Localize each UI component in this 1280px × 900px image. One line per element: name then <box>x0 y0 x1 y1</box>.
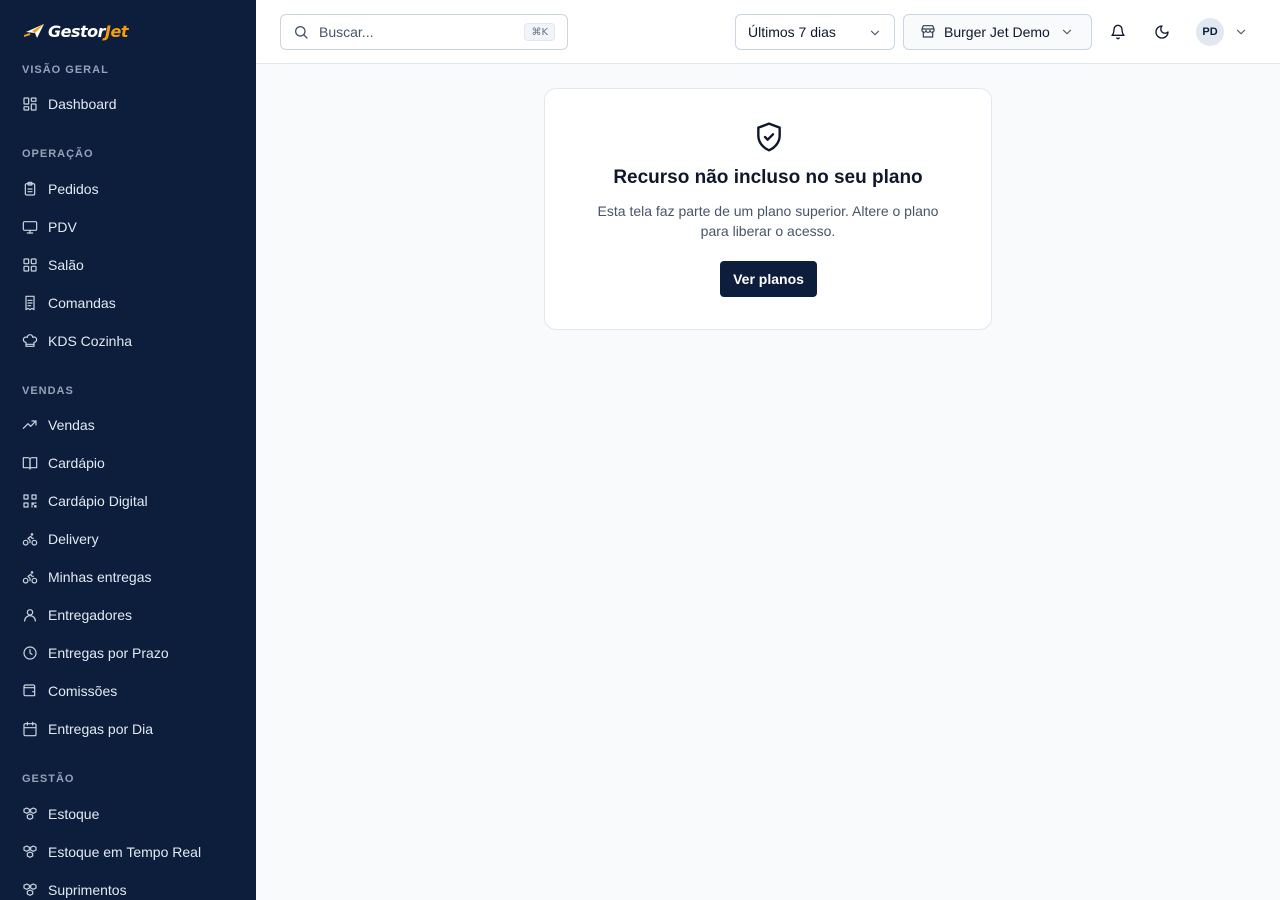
shield-check-icon <box>753 121 785 153</box>
sidebar-item-label: Estoque em Tempo Real <box>48 844 202 860</box>
jet-logo-icon <box>24 24 44 38</box>
period-value: Últimos 7 dias <box>748 24 836 40</box>
sidebar-item-label: Comissões <box>48 683 118 699</box>
sidebar-item-pedidos[interactable]: Pedidos <box>12 172 244 206</box>
monitor-icon <box>22 219 38 235</box>
grid-icon <box>22 257 38 273</box>
store-name: Burger Jet Demo <box>944 24 1050 40</box>
dashboard-icon <box>22 96 38 112</box>
search-shortcut: ⌘K <box>524 23 555 41</box>
sidebar-item-vendas[interactable]: Vendas <box>12 408 244 442</box>
store-icon <box>920 23 936 42</box>
sidebar-item-label: Cardápio Digital <box>48 493 148 509</box>
chevron-down-icon <box>1062 29 1071 35</box>
sidebar-item-salao[interactable]: Salão <box>12 248 244 282</box>
sidebar-item-entregadores[interactable]: Entregadores <box>12 598 244 632</box>
trending-up-icon <box>22 417 38 433</box>
sidebar-item-label: Entregas por Prazo <box>48 645 169 661</box>
avatar: PD <box>1196 18 1224 46</box>
sidebar-item-label: KDS Cozinha <box>48 333 133 349</box>
sidebar-item-label: Minhas entregas <box>48 569 152 585</box>
calendar-icon <box>22 721 38 737</box>
section-label-vendas: Vendas <box>22 385 74 397</box>
sidebar-item-label: Comandas <box>48 295 116 311</box>
chevron-down-icon <box>1236 29 1246 35</box>
sidebar-item-entregas-por-prazo[interactable]: Entregas por Prazo <box>12 636 244 670</box>
sidebar-item-label: Salão <box>48 257 84 273</box>
sidebar-item-label: Delivery <box>48 531 99 547</box>
qr-code-icon <box>22 493 38 509</box>
notifications-button[interactable] <box>1108 22 1128 42</box>
chevron-down-icon <box>870 30 880 36</box>
sidebar-item-cardapio-digital[interactable]: Cardápio Digital <box>12 484 244 518</box>
locked-description: Esta tela faz parte de um plano superior… <box>597 203 939 239</box>
sidebar-item-minhas-entregas[interactable]: Minhas entregas <box>12 560 244 594</box>
sidebar-item-label: Entregas por Dia <box>48 721 154 737</box>
search-input[interactable]: Buscar... ⌘K <box>280 14 568 50</box>
section-label-visao-geral: Visão geral <box>22 64 109 76</box>
bike-icon <box>22 531 38 547</box>
user-menu[interactable]: PD <box>1196 18 1248 46</box>
section-label-operacao: Operação <box>22 148 94 160</box>
sidebar-item-label: Estoque <box>48 806 100 822</box>
boxes-icon <box>22 806 38 822</box>
clipboard-icon <box>22 181 38 197</box>
boxes-icon <box>22 882 38 898</box>
chef-hat-icon <box>22 333 38 349</box>
locked-title: Recurso não incluso no seu plano <box>613 167 923 188</box>
period-select[interactable]: Últimos 7 dias <box>735 14 895 50</box>
view-plans-button[interactable]: Ver planos <box>720 261 817 297</box>
sidebar-item-label: Pedidos <box>48 181 99 197</box>
clock-icon <box>22 645 38 661</box>
logo[interactable]: GestorJet <box>24 19 128 43</box>
search-icon <box>295 26 308 39</box>
store-selector[interactable]: Burger Jet Demo <box>903 14 1092 50</box>
section-label-gestao: Gestão <box>22 773 75 785</box>
sidebar-item-dashboard[interactable]: Dashboard <box>12 87 244 121</box>
sidebar-item-delivery[interactable]: Delivery <box>12 522 244 556</box>
sidebar-item-suprimentos[interactable]: Suprimentos <box>12 873 244 900</box>
sidebar: GestorJet Visão geral Dashboard Operação… <box>0 0 256 900</box>
sidebar-item-estoque-tempo-real[interactable]: Estoque em Tempo Real <box>12 835 244 869</box>
sidebar-item-label: Dashboard <box>48 96 117 112</box>
sidebar-item-estoque[interactable]: Estoque <box>12 797 244 831</box>
sidebar-item-label: Cardápio <box>48 455 105 471</box>
bike-icon <box>22 569 38 585</box>
sidebar-item-kds-cozinha[interactable]: KDS Cozinha <box>12 324 244 358</box>
sidebar-item-label: Entregadores <box>48 607 133 623</box>
bell-icon <box>1111 24 1125 40</box>
sidebar-item-pdv[interactable]: PDV <box>12 210 244 244</box>
sidebar-item-label: PDV <box>48 219 77 235</box>
sidebar-item-label: Vendas <box>48 417 95 433</box>
book-icon <box>22 455 38 471</box>
sidebar-item-comissoes[interactable]: Comissões <box>12 674 244 708</box>
logo-text: GestorJet <box>48 21 128 41</box>
wallet-icon <box>22 683 38 699</box>
top-header: Buscar... ⌘K Últimos 7 dias Burger Jet D… <box>256 0 1280 64</box>
sidebar-item-entregas-por-dia[interactable]: Entregas por Dia <box>12 712 244 746</box>
plan-locked-card: Recurso não incluso no seu plano Esta te… <box>544 88 992 330</box>
sidebar-item-comandas[interactable]: Comandas <box>12 286 244 320</box>
moon-icon <box>1155 25 1169 39</box>
boxes-icon <box>22 844 38 860</box>
user-icon <box>22 607 38 623</box>
sidebar-item-cardapio[interactable]: Cardápio <box>12 446 244 480</box>
receipt-icon <box>22 295 38 311</box>
sidebar-item-label: Suprimentos <box>48 882 127 898</box>
search-placeholder: Buscar... <box>319 24 374 40</box>
theme-toggle-button[interactable] <box>1152 22 1172 42</box>
